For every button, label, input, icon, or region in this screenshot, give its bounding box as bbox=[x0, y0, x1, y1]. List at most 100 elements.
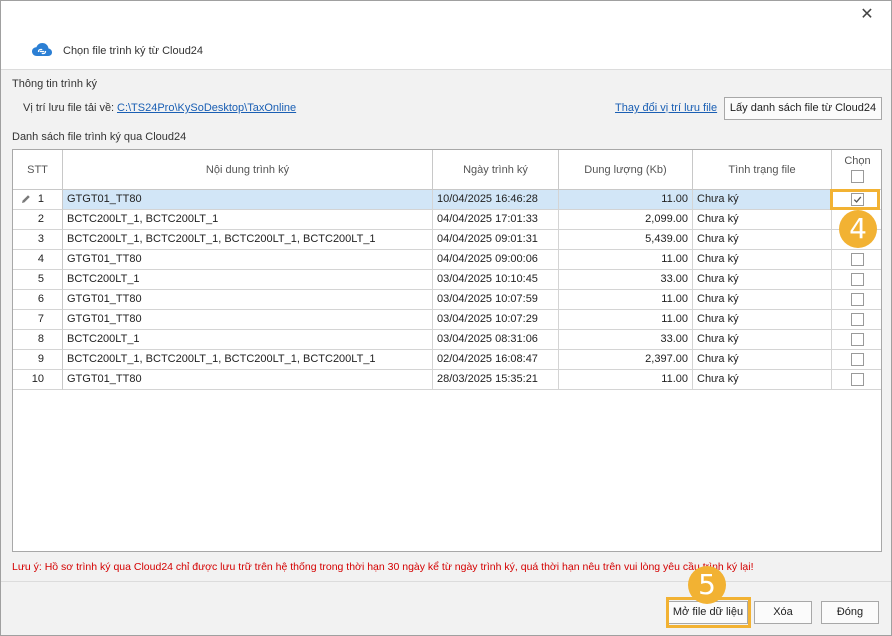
cell-status: Chưa ký bbox=[693, 230, 832, 250]
cell-status: Chưa ký bbox=[693, 290, 832, 310]
table-row[interactable]: 5 BCTC200LT_1 03/04/2025 10:10:45 33.00 Chưa… bbox=[13, 270, 881, 290]
list-section-label: Danh sách file trình ký qua Cloud24 bbox=[12, 131, 187, 143]
select-column-label: Chọn bbox=[844, 155, 871, 167]
cell-select bbox=[832, 290, 881, 310]
cell-status: Chưa ký bbox=[693, 210, 832, 230]
file-grid: STT Nội dung trình ký Ngày trình ký Dung… bbox=[12, 149, 882, 552]
row-select-checkbox[interactable] bbox=[851, 293, 864, 306]
column-header-stt[interactable]: STT bbox=[13, 150, 63, 190]
cell-content: BCTC200LT_1, BCTC200LT_1 bbox=[63, 210, 433, 230]
row-select-checkbox[interactable] bbox=[851, 353, 864, 366]
footer-divider bbox=[1, 581, 891, 582]
cell-date: 02/04/2025 16:08:47 bbox=[433, 350, 559, 370]
close-button[interactable]: Đóng bbox=[821, 601, 879, 624]
cell-status: Chưa ký bbox=[693, 330, 832, 350]
cell-stt: 2 bbox=[13, 210, 63, 230]
pencil-icon bbox=[22, 195, 30, 203]
cell-status: Chưa ký bbox=[693, 350, 832, 370]
cell-size: 11.00 bbox=[559, 310, 693, 330]
cell-date: 10/04/2025 16:46:28 bbox=[433, 190, 559, 210]
cell-content: GTGT01_TT80 bbox=[63, 290, 433, 310]
cell-select bbox=[832, 370, 881, 390]
table-row[interactable]: 10 GTGT01_TT80 28/03/2025 15:35:21 11.00 Chư… bbox=[13, 370, 881, 390]
row-select-checkbox[interactable] bbox=[851, 333, 864, 346]
cell-stt: 10 bbox=[13, 370, 63, 390]
cell-stt: 5 bbox=[13, 270, 63, 290]
save-path-label: Vị trí lưu file tải về: bbox=[23, 102, 115, 114]
table-row[interactable]: 8 BCTC200LT_1 03/04/2025 08:31:06 33.00 Chưa… bbox=[13, 330, 881, 350]
cell-size: 2,099.00 bbox=[559, 210, 693, 230]
cell-select bbox=[832, 350, 881, 370]
cloud-icon bbox=[32, 43, 52, 56]
cell-size: 11.00 bbox=[559, 370, 693, 390]
cell-size: 33.00 bbox=[559, 330, 693, 350]
column-header-content[interactable]: Nội dung trình ký bbox=[63, 150, 433, 190]
column-header-status[interactable]: Tình trạng file bbox=[693, 150, 832, 190]
cell-size: 33.00 bbox=[559, 270, 693, 290]
cell-size: 2,397.00 bbox=[559, 350, 693, 370]
table-row[interactable]: 4 GTGT01_TT80 04/04/2025 09:00:06 11.00 Chưa… bbox=[13, 250, 881, 270]
select-highlight bbox=[830, 189, 880, 210]
cell-content: BCTC200LT_1, BCTC200LT_1, BCTC200LT_1, B… bbox=[63, 230, 433, 250]
close-icon[interactable]: ✕ bbox=[859, 7, 875, 23]
row-select-checkbox[interactable] bbox=[851, 253, 864, 266]
cell-date: 03/04/2025 10:10:45 bbox=[433, 270, 559, 290]
dialog-window: ✕ Chọn file trình ký từ Cloud24 Thông ti… bbox=[0, 0, 892, 636]
row-select-checkbox[interactable] bbox=[851, 373, 864, 386]
column-header-size[interactable]: Dung lượng (Kb) bbox=[559, 150, 693, 190]
cell-status: Chưa ký bbox=[693, 370, 832, 390]
step-badge-5: 5 bbox=[688, 566, 726, 604]
dialog-header: ✕ Chọn file trình ký từ Cloud24 bbox=[1, 1, 891, 70]
cell-select bbox=[832, 270, 881, 290]
cell-size: 11.00 bbox=[559, 290, 693, 310]
cell-status: Chưa ký bbox=[693, 270, 832, 290]
table-row[interactable]: 6 GTGT01_TT80 03/04/2025 10:07:59 11.00 Chưa… bbox=[13, 290, 881, 310]
cell-date: 03/04/2025 10:07:29 bbox=[433, 310, 559, 330]
cell-size: 11.00 bbox=[559, 250, 693, 270]
cell-date: 04/04/2025 17:01:33 bbox=[433, 210, 559, 230]
cell-select bbox=[832, 330, 881, 350]
cell-content: BCTC200LT_1, BCTC200LT_1, BCTC200LT_1, B… bbox=[63, 350, 433, 370]
delete-button[interactable]: Xóa bbox=[754, 601, 812, 624]
cell-size: 11.00 bbox=[559, 190, 693, 210]
cell-date: 28/03/2025 15:35:21 bbox=[433, 370, 559, 390]
cell-content: GTGT01_TT80 bbox=[63, 370, 433, 390]
table-row[interactable]: 3 BCTC200LT_1, BCTC200LT_1, BCTC200LT_1, … bbox=[13, 230, 881, 250]
grid-header: STT Nội dung trình ký Ngày trình ký Dung… bbox=[13, 150, 881, 190]
column-header-date[interactable]: Ngày trình ký bbox=[433, 150, 559, 190]
cell-select bbox=[832, 250, 881, 270]
cell-date: 03/04/2025 10:07:59 bbox=[433, 290, 559, 310]
cell-date: 03/04/2025 08:31:06 bbox=[433, 330, 559, 350]
cell-stt: 7 bbox=[13, 310, 63, 330]
cell-stt: 6 bbox=[13, 290, 63, 310]
cell-content: GTGT01_TT80 bbox=[63, 250, 433, 270]
cell-date: 04/04/2025 09:00:06 bbox=[433, 250, 559, 270]
table-row[interactable]: 1 GTGT01_TT80 10/04/2025 16:46:28 11.00 Chưa… bbox=[13, 190, 881, 210]
cell-date: 04/04/2025 09:01:31 bbox=[433, 230, 559, 250]
cell-stt: 9 bbox=[13, 350, 63, 370]
retention-note: Lưu ý: Hồ sơ trình ký qua Cloud24 chỉ đư… bbox=[12, 561, 754, 573]
cell-content: GTGT01_TT80 bbox=[63, 310, 433, 330]
cell-stt: 4 bbox=[13, 250, 63, 270]
cell-status: Chưa ký bbox=[693, 310, 832, 330]
cell-stt: 8 bbox=[13, 330, 63, 350]
table-row[interactable]: 7 GTGT01_TT80 03/04/2025 10:07:29 11.00 Chưa… bbox=[13, 310, 881, 330]
cell-content: BCTC200LT_1 bbox=[63, 330, 433, 350]
info-section-label: Thông tin trình ký bbox=[12, 78, 97, 90]
cell-status: Chưa ký bbox=[693, 190, 832, 210]
cell-stt: 3 bbox=[13, 230, 63, 250]
save-path-link[interactable]: C:\TS24Pro\KySoDesktop\TaxOnline bbox=[117, 102, 296, 114]
cell-content: GTGT01_TT80 bbox=[63, 190, 433, 210]
table-row[interactable]: 9 BCTC200LT_1, BCTC200LT_1, BCTC200LT_1, … bbox=[13, 350, 881, 370]
cell-select bbox=[832, 310, 881, 330]
get-list-button[interactable]: Lấy danh sách file từ Cloud24 bbox=[724, 97, 882, 120]
step-badge-4: 4 bbox=[839, 210, 877, 248]
row-select-checkbox[interactable] bbox=[851, 313, 864, 326]
select-all-checkbox[interactable] bbox=[851, 170, 864, 183]
cell-status: Chưa ký bbox=[693, 250, 832, 270]
row-select-checkbox[interactable] bbox=[851, 273, 864, 286]
table-row[interactable]: 2 BCTC200LT_1, BCTC200LT_1 04/04/2025 17:0… bbox=[13, 210, 881, 230]
cell-content: BCTC200LT_1 bbox=[63, 270, 433, 290]
column-header-select: Chọn bbox=[832, 150, 881, 190]
change-location-link[interactable]: Thay đổi vị trí lưu file bbox=[615, 102, 717, 114]
